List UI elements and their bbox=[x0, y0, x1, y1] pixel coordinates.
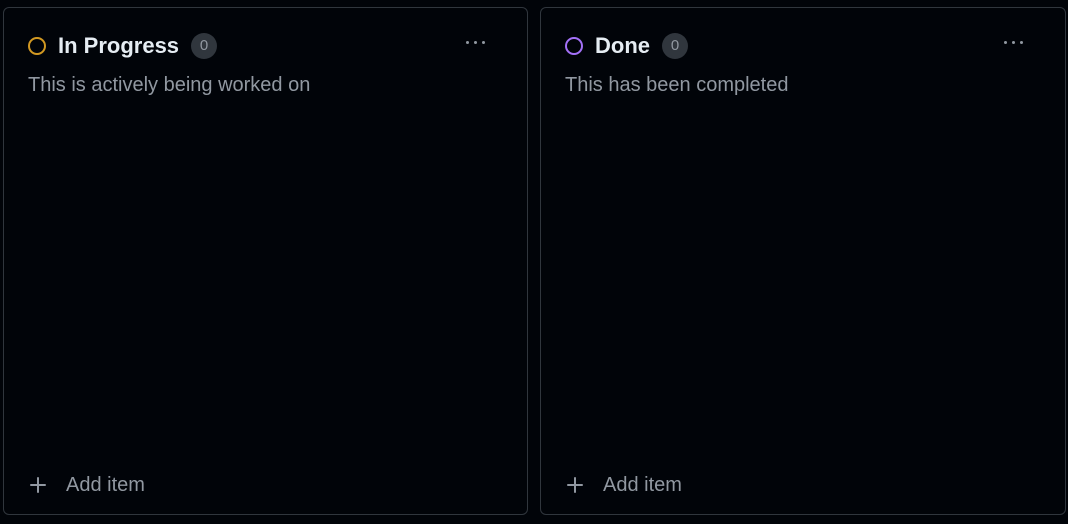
item-count-badge: 0 bbox=[662, 33, 688, 59]
column-description: This has been completed bbox=[565, 74, 789, 96]
add-item-button[interactable]: Add item bbox=[565, 470, 682, 500]
more-horizontal-icon bbox=[1003, 40, 1007, 44]
item-count-badge: 0 bbox=[191, 33, 218, 59]
column-menu-button[interactable] bbox=[997, 32, 1029, 52]
column-title: Done bbox=[595, 33, 650, 58]
column-header: Done 0 bbox=[565, 32, 688, 60]
column-title: In Progress bbox=[58, 33, 180, 58]
status-circle-icon bbox=[565, 37, 583, 55]
status-circle-icon bbox=[28, 37, 46, 55]
add-item-label: Add item bbox=[603, 474, 682, 496]
add-item-label: Add item bbox=[66, 474, 145, 496]
column-menu-button[interactable] bbox=[459, 32, 491, 52]
board-column-done: Done 0 This has been completed Add item bbox=[540, 7, 1066, 515]
column-header: In Progress 0 bbox=[28, 32, 218, 60]
plus-icon bbox=[28, 475, 48, 495]
plus-icon bbox=[565, 475, 585, 495]
column-description: This is actively being worked on bbox=[28, 74, 311, 96]
more-horizontal-icon bbox=[465, 40, 469, 44]
board-column-in-progress: In Progress 0 This is actively being wor… bbox=[3, 7, 528, 515]
add-item-button[interactable]: Add item bbox=[28, 470, 145, 500]
project-board: In Progress 0 This is actively being wor… bbox=[0, 0, 1068, 524]
